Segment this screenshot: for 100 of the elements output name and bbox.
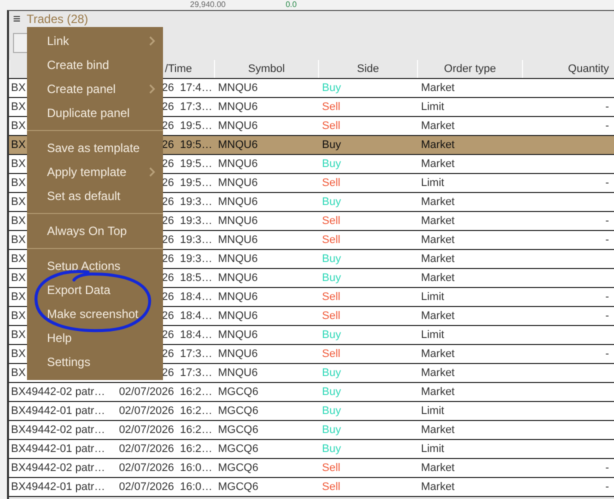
quantity-text: - (605, 462, 609, 474)
date-text: 26 (162, 310, 174, 322)
table-cell-text: MNQU6 (217, 138, 259, 153)
table-cell-text: Market (420, 233, 456, 248)
time-text: 19:5… (180, 138, 212, 153)
side-cell-text: Buy (321, 81, 342, 96)
date-text: 26 (162, 234, 174, 246)
date-text: 26 (162, 348, 174, 360)
side-cell-text: Buy (321, 442, 342, 457)
table-cell-text: Market (420, 385, 456, 400)
time-text: 19:3… (180, 252, 212, 267)
quantity-text: - (605, 177, 609, 189)
table-cell-text: Market (420, 81, 456, 96)
table-cell-text: MNQU6 (217, 366, 259, 381)
table-cell-text: MGCQ6 (217, 480, 260, 495)
quantity-text: - (605, 215, 609, 227)
time-text: 16:2… (180, 385, 212, 400)
menu-button[interactable]: ≡ (13, 11, 21, 26)
column-header[interactable]: Quantity (522, 60, 611, 78)
account-text: BX (11, 139, 26, 151)
date-text: 26 (162, 177, 174, 189)
account-text: BX (11, 101, 26, 113)
time-text: 17:4… (180, 81, 212, 96)
account-text: BX (11, 348, 26, 360)
table-cell-text: MNQU6 (217, 100, 259, 115)
table-cell-text: Market (420, 138, 456, 153)
date-text: 26 (162, 120, 174, 132)
column-header[interactable]: Side (318, 60, 417, 78)
side-cell-text: Buy (321, 252, 342, 267)
time-text: 19:3… (180, 214, 212, 229)
table-cell-text: Limit (420, 442, 446, 457)
account-text: BX49442-02 patr… (11, 462, 106, 474)
date-text: 02/07/2026 (118, 405, 174, 417)
table-cell-text: Market (420, 195, 456, 210)
date-text: 26 (162, 101, 174, 113)
date-text: 26 (162, 158, 174, 170)
side-cell-text: Sell (321, 214, 342, 229)
account-text: BX49442-02 patr… (11, 386, 106, 398)
quantity-text: - (605, 234, 609, 246)
side-cell-text: Buy (321, 385, 342, 400)
side-cell-text: Sell (321, 347, 342, 362)
table-cell-text: MNQU6 (217, 290, 259, 305)
table-cell-text: MGCQ6 (217, 442, 260, 457)
account-text: BX (11, 215, 26, 227)
time-text: 16:2… (180, 423, 212, 438)
account-text: BX (11, 177, 26, 189)
time-text: 18:4… (180, 290, 212, 305)
table-cell-text: Market (420, 309, 456, 324)
account-text: BX (11, 310, 26, 322)
quantity-text: - (605, 291, 609, 303)
side-cell-text: Buy (321, 157, 342, 172)
side-cell-text: Sell (321, 309, 342, 324)
time-text: 16:0… (180, 480, 212, 495)
quantity-text: - (605, 310, 609, 322)
account-text: BX (11, 367, 26, 379)
quantity-text: - (605, 348, 609, 360)
time-text: 18:4… (180, 328, 212, 343)
time-text: 17:3… (180, 100, 212, 115)
menu-item[interactable]: Create panel (27, 77, 163, 101)
time-text: 17:3… (180, 347, 212, 362)
time-text: 19:5… (180, 119, 212, 134)
account-text: BX (11, 291, 26, 303)
quantity-text: - (605, 101, 609, 113)
account-text: BX49442-02 patr… (11, 424, 106, 436)
table-cell-text: Limit (420, 290, 446, 305)
account-text: BX (11, 234, 26, 246)
table-cell-text: Market (420, 119, 456, 134)
account-text: BX49442-01 patr… (11, 481, 106, 493)
time-text: 16:2… (180, 442, 212, 457)
table-cell-text: MGCQ6 (217, 404, 260, 419)
table-cell-text: MNQU6 (217, 271, 259, 286)
account-text: BX (11, 82, 26, 94)
account-text: BX (11, 329, 26, 341)
column-header[interactable]: Order type (417, 60, 522, 78)
table-cell-text: Market (420, 347, 456, 362)
account-text: BX (11, 196, 26, 208)
menu-item[interactable]: Link (27, 29, 163, 53)
account-text: BX (11, 120, 26, 132)
date-text: 02/07/2026 (118, 386, 174, 398)
account-text: BX (11, 253, 26, 265)
date-text: 02/07/2026 (118, 443, 174, 455)
side-cell-text: Sell (321, 461, 342, 476)
side-cell-text: Buy (321, 328, 342, 343)
table-cell-text: MNQU6 (217, 119, 259, 134)
side-cell-text: Buy (321, 195, 342, 210)
time-text: 16:2… (180, 404, 212, 419)
date-text: 02/07/2026 (118, 424, 174, 436)
time-text: 16:0… (180, 461, 212, 476)
table-cell-text: Market (420, 423, 456, 438)
side-cell-text: Buy (321, 366, 342, 381)
account-text: BX (11, 158, 26, 170)
side-cell-text: Buy (321, 138, 342, 153)
side-cell-text: Buy (321, 271, 342, 286)
date-text: 26 (162, 329, 174, 341)
date-text: 26 (162, 215, 174, 227)
table-cell-text: MNQU6 (217, 195, 259, 210)
background-value: 0.0 (286, 0, 297, 9)
time-text: 19:3… (180, 195, 212, 210)
column-header[interactable]: Symbol (214, 60, 318, 78)
date-text: 02/07/2026 (118, 481, 174, 493)
